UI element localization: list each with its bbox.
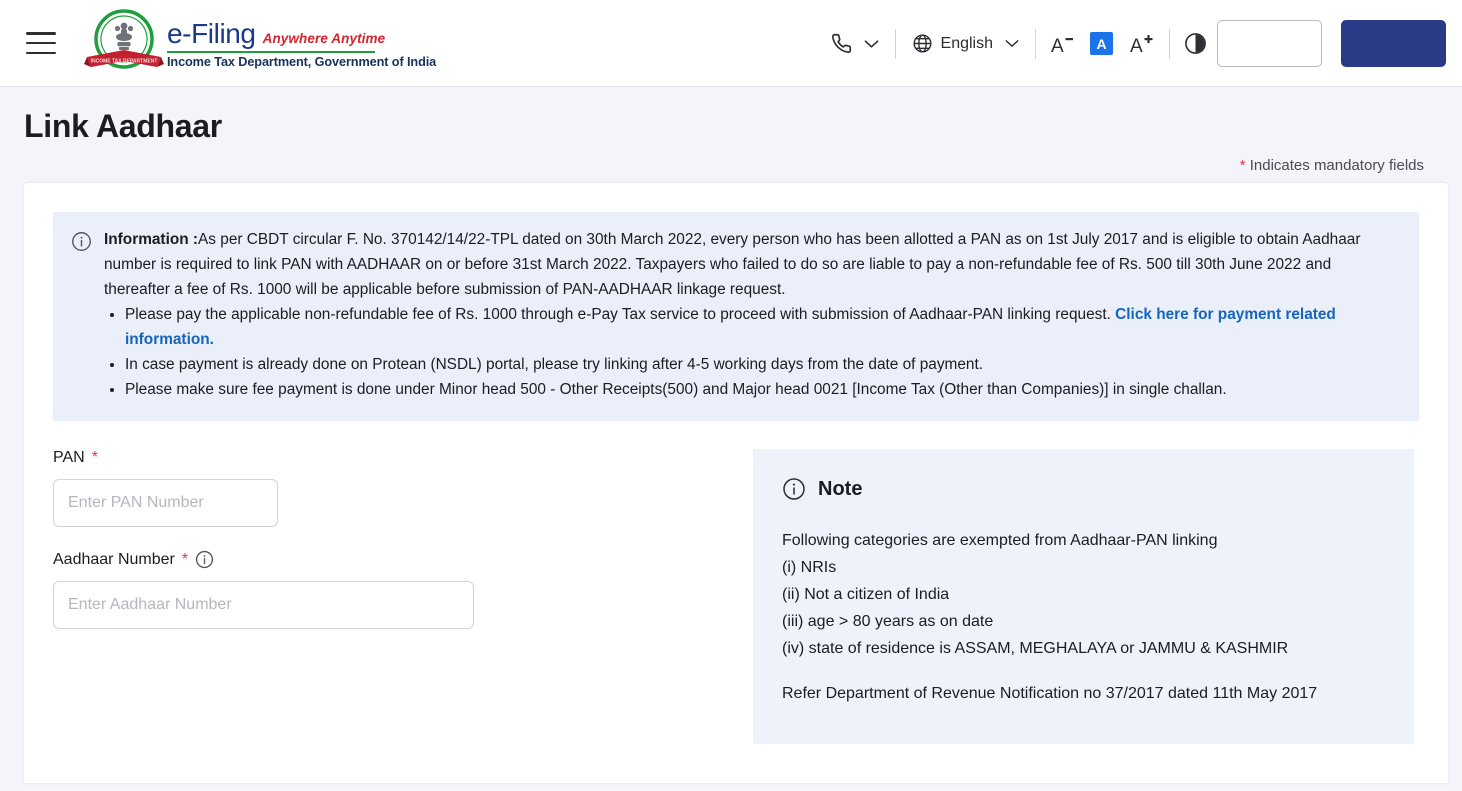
information-banner: Information :As per CBDT circular F. No.… [53,212,1419,422]
note-reference: Refer Department of Revenue Notification… [782,685,1318,703]
aadhaar-field-label: Aadhaar Number * [53,550,753,569]
note-panel: Note Following categories are exempted f… [753,449,1414,745]
mandatory-fields-note: * Indicates mandatory fields [24,157,1438,174]
list-item: Please make sure fee payment is done und… [125,378,1399,403]
site-logo[interactable]: सत्यमेव जयते INCOME TAX DEPARTMENT e-Fil… [83,7,436,79]
bullet-1-text: Please pay the applicable non-refundable… [125,306,1336,349]
font-size-normal-label: A [1090,32,1113,55]
hamburger-menu-icon[interactable] [26,32,56,54]
font-size-normal-button[interactable]: A [1090,32,1113,55]
brand-department: Income Tax Department, Government of Ind… [167,54,437,69]
pan-field-label: PAN * [53,449,753,467]
header-divider [1035,28,1036,59]
hamburger-bar [26,32,56,35]
page-title: Link Aadhaar [24,108,222,144]
mandatory-note-text: Indicates mandatory fields [1249,157,1424,175]
income-tax-department-emblem-icon: सत्यमेव जयते INCOME TAX DEPARTMENT [83,7,165,79]
header-divider [1169,28,1170,59]
header-controls: English A A A [829,0,1462,87]
information-label: Information : [104,231,199,249]
language-selector[interactable]: English [910,29,1021,58]
note-item: (i) NRIs [782,559,837,577]
brand-name: e-Filing [167,17,256,49]
information-paragraph-text: As per CBDT circular F. No. 370142/14/22… [104,231,1361,299]
svg-text:A: A [1051,36,1064,55]
mandatory-asterisk: * [1239,157,1246,175]
aadhaar-input[interactable] [53,581,474,630]
site-header: सत्यमेव जयते INCOME TAX DEPARTMENT e-Fil… [0,0,1462,87]
link-aadhaar-card: Information :As per CBDT circular F. No.… [24,183,1448,784]
font-size-increase-button[interactable]: A [1129,33,1155,55]
globe-icon [912,33,933,54]
note-item: (iii) age > 80 years as on date [782,613,994,631]
info-circle-icon [782,477,806,501]
brand-text: e-Filing Anywhere Anytime Income Tax Dep… [167,18,436,69]
pan-required-asterisk: * [91,449,98,467]
font-size-decrease-button[interactable]: A [1050,33,1074,55]
note-intro: Following categories are exempted from A… [782,532,1218,550]
form-area: PAN * Aadhaar Number * [53,449,1419,745]
header-primary-button[interactable] [1341,20,1446,67]
brand-tagline: Anywhere Anytime [262,30,386,46]
font-size-controls: A A A [1050,32,1155,55]
note-item: (ii) Not a citizen of India [782,586,950,604]
hamburger-bar [26,41,56,45]
chevron-down-icon [864,39,879,49]
brand-divider [167,50,375,53]
aadhaar-label-text: Aadhaar Number [53,550,175,568]
pan-input[interactable] [53,479,278,528]
chevron-down-icon [1005,39,1019,48]
hamburger-bar [26,51,56,54]
phone-menu-button[interactable] [829,29,881,58]
phone-icon [831,33,852,54]
note-title: Note [818,477,863,500]
information-banner-body: Information :As per CBDT circular F. No.… [104,228,1399,403]
form-fields: PAN * Aadhaar Number * [53,449,753,744]
svg-text:INCOME TAX DEPARTMENT: INCOME TAX DEPARTMENT [91,59,158,65]
pan-label-text: PAN [53,449,85,467]
language-label: English [940,34,993,52]
payment-info-link[interactable]: Click here for payment related informati… [125,306,1336,348]
list-item: In case payment is already done on Prote… [125,353,1399,378]
page-title-area: Link Aadhaar * Indicates mandatory field… [0,87,1462,174]
aadhaar-required-asterisk: * [181,550,189,568]
information-paragraph: Information :As per CBDT circular F. No.… [104,228,1399,303]
note-header: Note [782,477,1390,501]
note-spacer [782,662,1390,680]
contrast-icon [1184,32,1207,55]
svg-text:A: A [1130,36,1143,55]
info-circle-icon [71,228,92,403]
header-divider [894,28,896,59]
note-item: (iv) state of residence is ASSAM, MEGHAL… [782,640,1289,658]
contrast-toggle-button[interactable] [1184,32,1207,55]
info-circle-icon[interactable] [195,550,214,569]
information-bullet-list: Please pay the applicable non-refundable… [104,303,1399,403]
header-secondary-button[interactable] [1217,20,1322,67]
list-item: Please pay the applicable non-refundable… [125,303,1399,353]
